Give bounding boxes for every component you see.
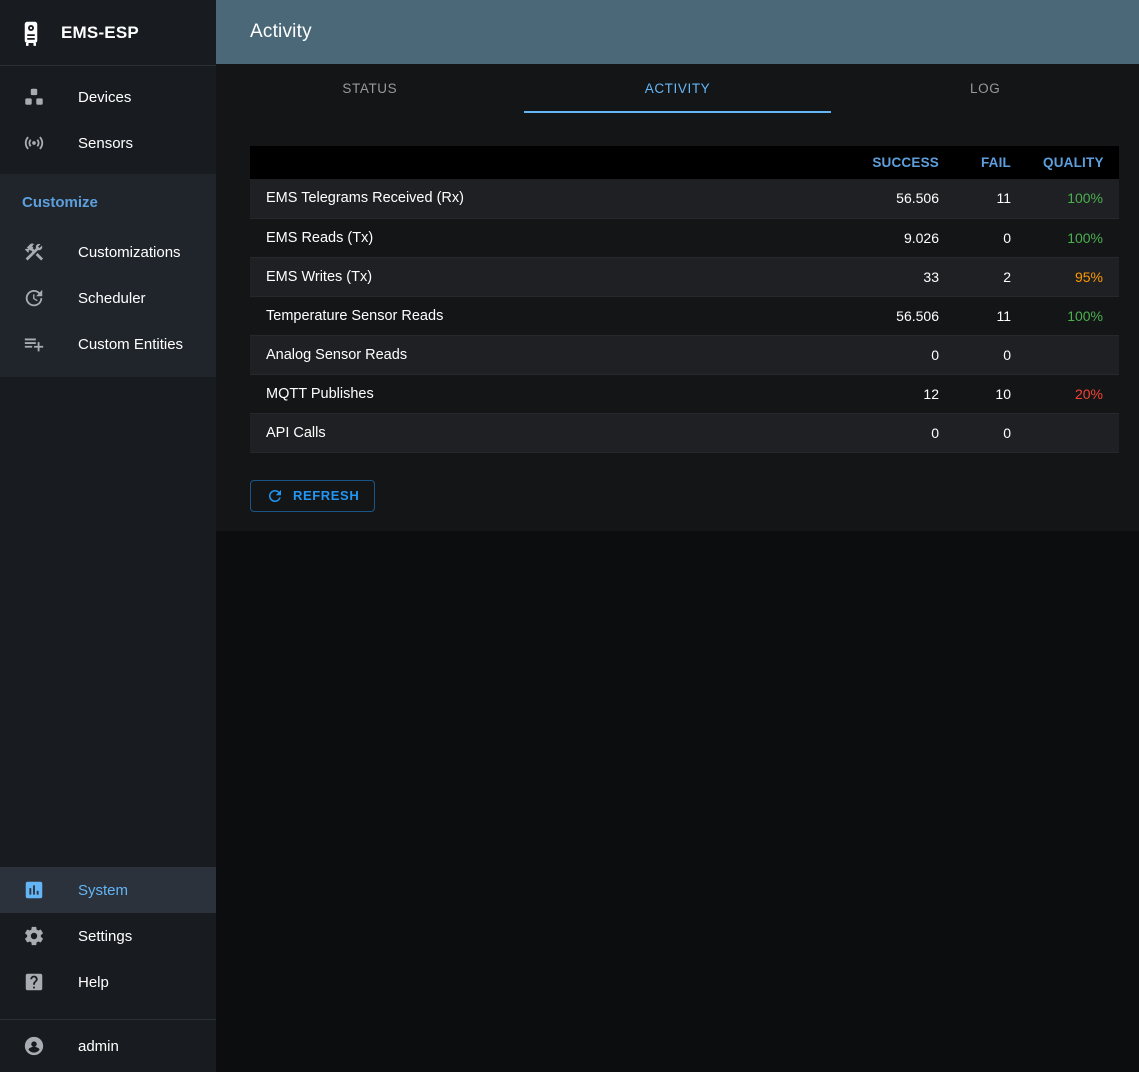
activity-panel: STATUS ACTIVITY LOG SUCCESS FAIL QUALITY… — [216, 64, 1139, 531]
fail-value: 0 — [955, 218, 1027, 257]
success-value: 56.506 — [815, 179, 955, 218]
sidebar-item-customizations[interactable]: Customizations — [0, 229, 216, 275]
custom-entities-icon — [22, 332, 46, 356]
settings-icon — [22, 924, 46, 948]
fail-value: 11 — [955, 179, 1027, 218]
sidebar-item-settings[interactable]: Settings — [0, 913, 216, 959]
refresh-button[interactable]: REFRESH — [250, 480, 375, 512]
table-row: Analog Sensor Reads 0 0 — [250, 335, 1119, 374]
fail-value: 10 — [955, 374, 1027, 413]
table-header-row: SUCCESS FAIL QUALITY — [250, 146, 1119, 179]
success-value: 56.506 — [815, 296, 955, 335]
success-value: 0 — [815, 413, 955, 452]
table-row: EMS Telegrams Received (Rx) 56.506 11 10… — [250, 179, 1119, 218]
column-header-quality: QUALITY — [1027, 146, 1119, 179]
sensors-icon — [22, 131, 46, 155]
system-icon — [22, 878, 46, 902]
table-row: EMS Reads (Tx) 9.026 0 100% — [250, 218, 1119, 257]
sidebar-item-label: Sensors — [78, 135, 133, 152]
sidebar-nav: Devices Sensors — [0, 66, 216, 174]
appbar: Activity — [216, 0, 1139, 64]
sidebar-item-label: Help — [78, 974, 109, 991]
ems-esp-logo-icon — [16, 17, 46, 49]
sidebar-item-label: System — [78, 882, 128, 899]
table-row: MQTT Publishes 12 10 20% — [250, 374, 1119, 413]
tab-bar: STATUS ACTIVITY LOG — [216, 64, 1139, 113]
metric-name: EMS Reads (Tx) — [250, 218, 815, 257]
tab-activity[interactable]: ACTIVITY — [524, 64, 832, 113]
quality-value — [1027, 413, 1119, 452]
sidebar-bottom-nav: System Settings Help — [0, 867, 216, 1019]
tab-log[interactable]: LOG — [831, 64, 1139, 113]
metric-name: MQTT Publishes — [250, 374, 815, 413]
table-row: EMS Writes (Tx) 33 2 95% — [250, 257, 1119, 296]
fail-value: 0 — [955, 335, 1027, 374]
column-header-fail: FAIL — [955, 146, 1027, 179]
sidebar-item-devices[interactable]: Devices — [0, 74, 216, 120]
refresh-button-label: REFRESH — [293, 488, 359, 503]
metric-name: Analog Sensor Reads — [250, 335, 815, 374]
sidebar-item-system[interactable]: System — [0, 867, 216, 913]
sidebar-item-admin[interactable]: admin — [0, 1020, 216, 1072]
quality-value — [1027, 335, 1119, 374]
column-header-success: SUCCESS — [815, 146, 955, 179]
metric-name: EMS Telegrams Received (Rx) — [250, 179, 815, 218]
activity-table: SUCCESS FAIL QUALITY EMS Telegrams Recei… — [250, 146, 1119, 453]
success-value: 12 — [815, 374, 955, 413]
sidebar-item-sensors[interactable]: Sensors — [0, 120, 216, 166]
help-icon — [22, 970, 46, 994]
quality-value: 100% — [1027, 179, 1119, 218]
quality-value: 100% — [1027, 296, 1119, 335]
quality-value: 95% — [1027, 257, 1119, 296]
fail-value: 2 — [955, 257, 1027, 296]
devices-icon — [22, 85, 46, 109]
customize-group: Customize Customizations Scheduler Custo… — [0, 174, 216, 377]
username-label: admin — [78, 1038, 119, 1055]
sidebar-item-label: Devices — [78, 89, 131, 106]
column-header-name — [250, 146, 815, 179]
fail-value: 0 — [955, 413, 1027, 452]
app-title: EMS-ESP — [61, 23, 139, 43]
sidebar-item-custom-entities[interactable]: Custom Entities — [0, 321, 216, 367]
success-value: 33 — [815, 257, 955, 296]
table-row: Temperature Sensor Reads 56.506 11 100% — [250, 296, 1119, 335]
sidebar-item-help[interactable]: Help — [0, 959, 216, 1005]
metric-name: API Calls — [250, 413, 815, 452]
success-value: 0 — [815, 335, 955, 374]
metric-name: Temperature Sensor Reads — [250, 296, 815, 335]
table-row: API Calls 0 0 — [250, 413, 1119, 452]
metric-name: EMS Writes (Tx) — [250, 257, 815, 296]
sidebar-item-scheduler[interactable]: Scheduler — [0, 275, 216, 321]
scheduler-icon — [22, 286, 46, 310]
sidebar: EMS-ESP Devices Sensors Customize Custom… — [0, 0, 216, 1072]
tab-status[interactable]: STATUS — [216, 64, 524, 113]
quality-value: 100% — [1027, 218, 1119, 257]
sidebar-spacer — [0, 377, 216, 867]
customizations-icon — [22, 240, 46, 264]
sidebar-item-label: Custom Entities — [78, 336, 183, 353]
sidebar-item-label: Customizations — [78, 244, 181, 261]
customize-heading: Customize — [0, 186, 216, 229]
success-value: 9.026 — [815, 218, 955, 257]
quality-value: 20% — [1027, 374, 1119, 413]
app-header: EMS-ESP — [0, 0, 216, 66]
sidebar-item-label: Settings — [78, 928, 132, 945]
fail-value: 11 — [955, 296, 1027, 335]
main-area: Activity STATUS ACTIVITY LOG SUCCESS FAI… — [216, 0, 1139, 1072]
sidebar-item-label: Scheduler — [78, 290, 146, 307]
page-title: Activity — [250, 21, 312, 43]
refresh-icon — [266, 487, 284, 505]
account-icon — [22, 1034, 46, 1058]
